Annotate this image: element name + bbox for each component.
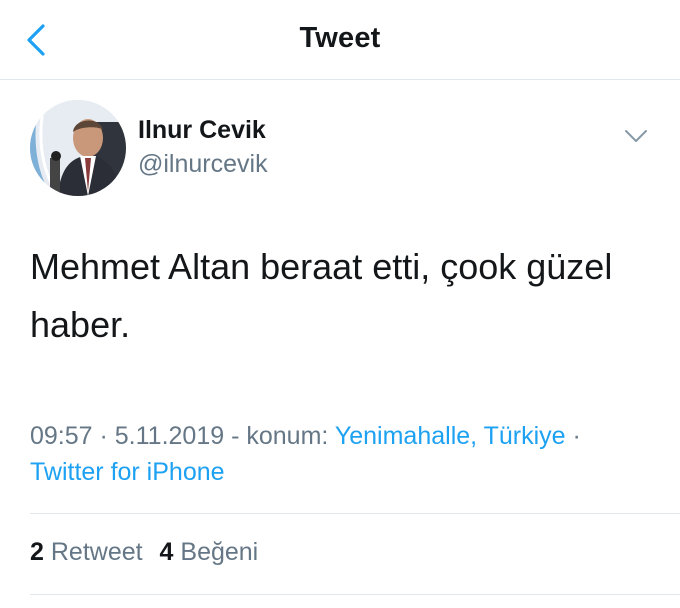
top-navigation-bar: Tweet [0, 0, 680, 80]
meta-separator: · [92, 422, 115, 450]
likes-stat[interactable]: 4 Beğeni [160, 538, 259, 566]
retweet-label: Retweet [50, 538, 143, 566]
divider [30, 594, 680, 595]
profile-photo [30, 100, 126, 196]
tweet-author: Ilnur Cevik @ilnurcevik [30, 100, 650, 200]
tweet-time: 09:57 [30, 422, 93, 450]
tweet-text: Mehmet Altan beraat etti, çook güzel hab… [30, 238, 650, 354]
location-prefix: - konum: [224, 422, 335, 450]
divider [30, 513, 680, 514]
avatar[interactable] [30, 100, 126, 196]
tweet-date: 5.11.2019 [114, 422, 225, 450]
chevron-down-icon [625, 130, 647, 142]
tweet-meta: 09:57 · 5.11.2019 - konum: Yenimahalle, … [30, 418, 660, 490]
tweet-stats: 2 Retweet 4 Beğeni [30, 538, 268, 567]
like-count: 4 [159, 538, 174, 566]
like-label: Beğeni [180, 538, 259, 566]
page-title: Tweet [299, 22, 381, 54]
retweets-stat[interactable]: 2 Retweet [30, 538, 143, 566]
source-link[interactable]: Twitter for iPhone [30, 458, 225, 486]
location-link[interactable]: Yenimahalle, Türkiye [335, 422, 566, 450]
tweet-text-line: Mehmet Altan beraat etti, çook güzel [30, 246, 613, 287]
author-handle[interactable]: @ilnurcevik [138, 150, 268, 179]
tweet-text-line: haber. [30, 304, 131, 345]
retweet-count: 2 [30, 538, 44, 566]
tweet-menu-button[interactable] [622, 124, 650, 148]
author-display-name[interactable]: Ilnur Cevik [138, 116, 266, 145]
meta-separator: · [565, 422, 581, 450]
